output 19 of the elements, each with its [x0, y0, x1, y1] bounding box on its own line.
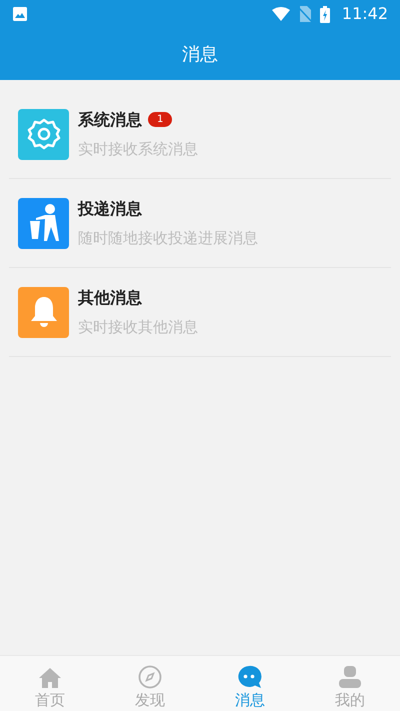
nav-tab[interactable]: 我的: [300, 656, 400, 711]
home-icon: [38, 667, 62, 689]
battery-charging-icon: [320, 6, 330, 22]
gear-icon: [26, 116, 62, 152]
nav-tab[interactable]: 消息: [200, 656, 300, 711]
status-time: 11:42: [342, 3, 388, 25]
user-icon: [338, 665, 362, 689]
unread-count-badge: 1: [148, 112, 172, 128]
compass-icon: [138, 665, 162, 689]
wifi-icon: [272, 7, 290, 21]
header-title: 消息: [182, 42, 218, 66]
no-sim-icon: [298, 6, 312, 22]
nav-tab[interactable]: 发现: [100, 656, 200, 711]
category-title: 投递消息: [78, 198, 142, 220]
chat-bubble-icon: [237, 665, 263, 689]
nav-tab[interactable]: 首页: [0, 656, 100, 711]
category-title: 系统消息: [78, 108, 142, 131]
image-icon: [12, 6, 28, 22]
category-title: 其他消息: [78, 286, 142, 309]
